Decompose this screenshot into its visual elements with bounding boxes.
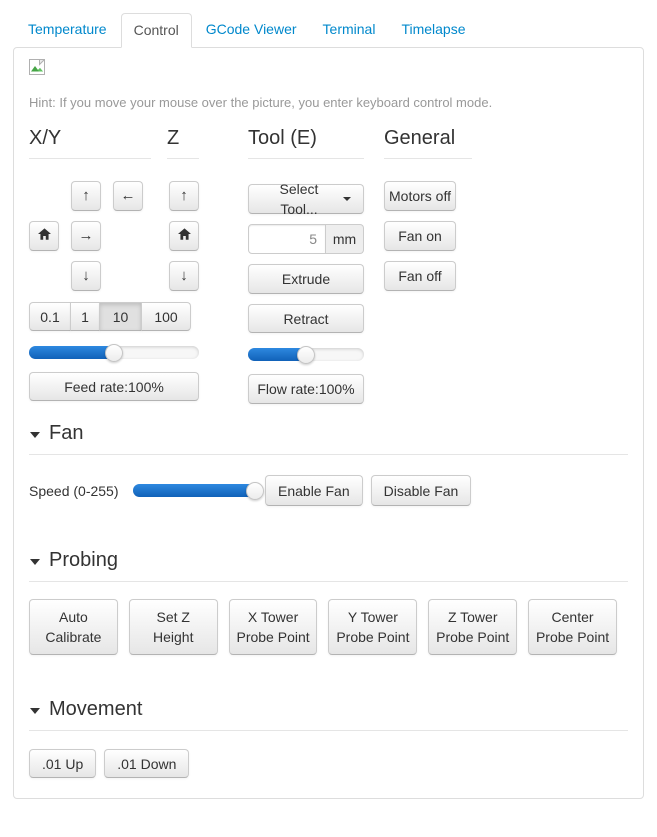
step-size-100-button[interactable]: 100 <box>141 302 191 331</box>
select-tool-dropdown[interactable]: Select Tool... <box>248 184 364 214</box>
fan-off-button[interactable]: Fan off <box>384 261 456 291</box>
tab-bar: Temperature Control GCode Viewer Termina… <box>13 13 644 48</box>
caret-down-icon <box>30 708 40 714</box>
tab-gcode-viewer-link[interactable]: GCode Viewer <box>194 13 309 46</box>
tab-gcode-viewer[interactable]: GCode Viewer <box>194 13 309 48</box>
movement-section-header[interactable]: Movement <box>29 697 628 721</box>
step-size-group: 0.1 1 10 100 <box>29 302 199 331</box>
home-xy-button[interactable] <box>29 221 59 251</box>
y-tower-probe-point-button[interactable]: Y Tower Probe Point <box>328 599 417 655</box>
extrude-button[interactable]: Extrude <box>248 264 364 294</box>
fan-speed-slider-fill <box>133 484 255 497</box>
home-z-button[interactable] <box>169 221 199 251</box>
keyboard-hint-text: Hint: If you move your mouse over the pi… <box>29 94 628 112</box>
arrow-left-icon: ← <box>121 186 136 206</box>
retract-button[interactable]: Retract <box>248 304 364 333</box>
feed-rate-slider[interactable] <box>29 346 199 359</box>
jog-y-plus-button[interactable]: ↑ <box>71 181 101 211</box>
arrow-right-icon: → <box>79 226 94 246</box>
disable-fan-button[interactable]: Disable Fan <box>371 475 472 506</box>
tab-control-link[interactable]: Control <box>121 13 192 48</box>
z-tower-probe-point-button[interactable]: Z Tower Probe Point <box>428 599 517 655</box>
step-size-1-button[interactable]: 1 <box>70 302 100 331</box>
fan-section-title: Fan <box>49 421 83 445</box>
x-tower-probe-point-button[interactable]: X Tower Probe Point <box>229 599 318 655</box>
arrow-down-icon: ↓ <box>180 266 188 286</box>
tool-column: Tool (E) Select Tool... mm Extrude Retra… <box>248 126 364 404</box>
divider <box>29 454 628 455</box>
fan-section-header[interactable]: Fan <box>29 421 628 445</box>
caret-down-icon <box>30 559 40 565</box>
jog-y-minus-button[interactable]: ↓ <box>71 261 101 291</box>
caret-down-icon <box>30 432 40 438</box>
tab-terminal-link[interactable]: Terminal <box>311 13 388 46</box>
caret-down-icon <box>343 197 351 201</box>
home-icon <box>38 226 51 246</box>
step-size-0.1-button[interactable]: 0.1 <box>29 302 71 331</box>
extrude-amount-input[interactable] <box>248 224 326 254</box>
feed-rate-slider-fill <box>29 346 114 359</box>
tab-control[interactable]: Control <box>121 13 192 48</box>
movement-section-title: Movement <box>49 697 142 721</box>
feed-rate-slider-thumb[interactable] <box>105 344 123 362</box>
fan-controls: Speed (0-255) Enable Fan Disable Fan <box>29 475 628 506</box>
jog-x-plus-button[interactable]: → <box>71 221 101 251</box>
jog-controls: X/Y Z ↑ ← → ↓ ↑ ↓ <box>29 126 628 404</box>
motors-off-button[interactable]: Motors off <box>384 181 456 211</box>
point-01-up-button[interactable]: .01 Up <box>29 749 96 778</box>
fan-on-button[interactable]: Fan on <box>384 221 456 251</box>
flow-rate-slider[interactable] <box>248 348 364 361</box>
jog-z-minus-button[interactable]: ↓ <box>169 261 199 291</box>
z-jog-pad: ↑ ↓ <box>169 181 199 291</box>
unit-addon: mm <box>326 224 364 254</box>
extrude-amount-group: mm <box>248 224 364 254</box>
fan-speed-slider[interactable] <box>133 484 255 497</box>
probing-section-header[interactable]: Probing <box>29 548 628 572</box>
set-z-height-button[interactable]: Set Z Height <box>129 599 218 655</box>
step-size-10-button[interactable]: 10 <box>99 302 142 331</box>
arrow-up-icon: ↑ <box>82 186 90 206</box>
xy-z-column: X/Y Z ↑ ← → ↓ ↑ ↓ <box>29 126 199 404</box>
flow-rate-button[interactable]: Flow rate:100% <box>248 374 364 404</box>
probing-section-title: Probing <box>49 548 118 572</box>
tab-timelapse-link[interactable]: Timelapse <box>389 13 477 46</box>
enable-fan-button[interactable]: Enable Fan <box>265 475 363 506</box>
arrow-down-icon: ↓ <box>82 266 90 286</box>
flow-rate-slider-thumb[interactable] <box>297 346 315 364</box>
point-01-down-button[interactable]: .01 Down <box>104 749 189 778</box>
auto-calibrate-button[interactable]: Auto Calibrate <box>29 599 118 655</box>
control-panel: Hint: If you move your mouse over the pi… <box>13 47 644 799</box>
divider <box>29 581 628 582</box>
fan-speed-slider-thumb[interactable] <box>246 482 264 500</box>
tab-temperature-link[interactable]: Temperature <box>16 13 119 46</box>
home-icon <box>178 226 191 246</box>
broken-image-icon <box>29 59 45 78</box>
control-tab-page: Temperature Control GCode Viewer Termina… <box>13 13 644 799</box>
general-column: General Motors off Fan on Fan off <box>384 126 472 404</box>
center-probe-point-button[interactable]: Center Probe Point <box>528 599 617 655</box>
xy-jog-pad: ↑ ← → ↓ <box>29 181 143 291</box>
general-heading: General <box>384 126 472 159</box>
fan-speed-label: Speed (0-255) <box>29 483 126 499</box>
tab-timelapse[interactable]: Timelapse <box>389 13 477 48</box>
jog-x-minus-button[interactable]: ← <box>113 181 143 211</box>
tab-terminal[interactable]: Terminal <box>311 13 388 48</box>
jog-z-plus-button[interactable]: ↑ <box>169 181 199 211</box>
feed-rate-button[interactable]: Feed rate:100% <box>29 372 199 401</box>
xy-heading: X/Y <box>29 126 151 159</box>
movement-controls: .01 Up .01 Down <box>29 749 628 778</box>
select-tool-label: Select Tool... <box>261 179 337 219</box>
tab-temperature[interactable]: Temperature <box>16 13 119 48</box>
tool-heading: Tool (E) <box>248 126 364 159</box>
divider <box>29 730 628 731</box>
probing-controls: Auto Calibrate Set Z Height X Tower Prob… <box>29 599 628 655</box>
arrow-up-icon: ↑ <box>180 186 188 206</box>
z-heading: Z <box>167 126 199 159</box>
